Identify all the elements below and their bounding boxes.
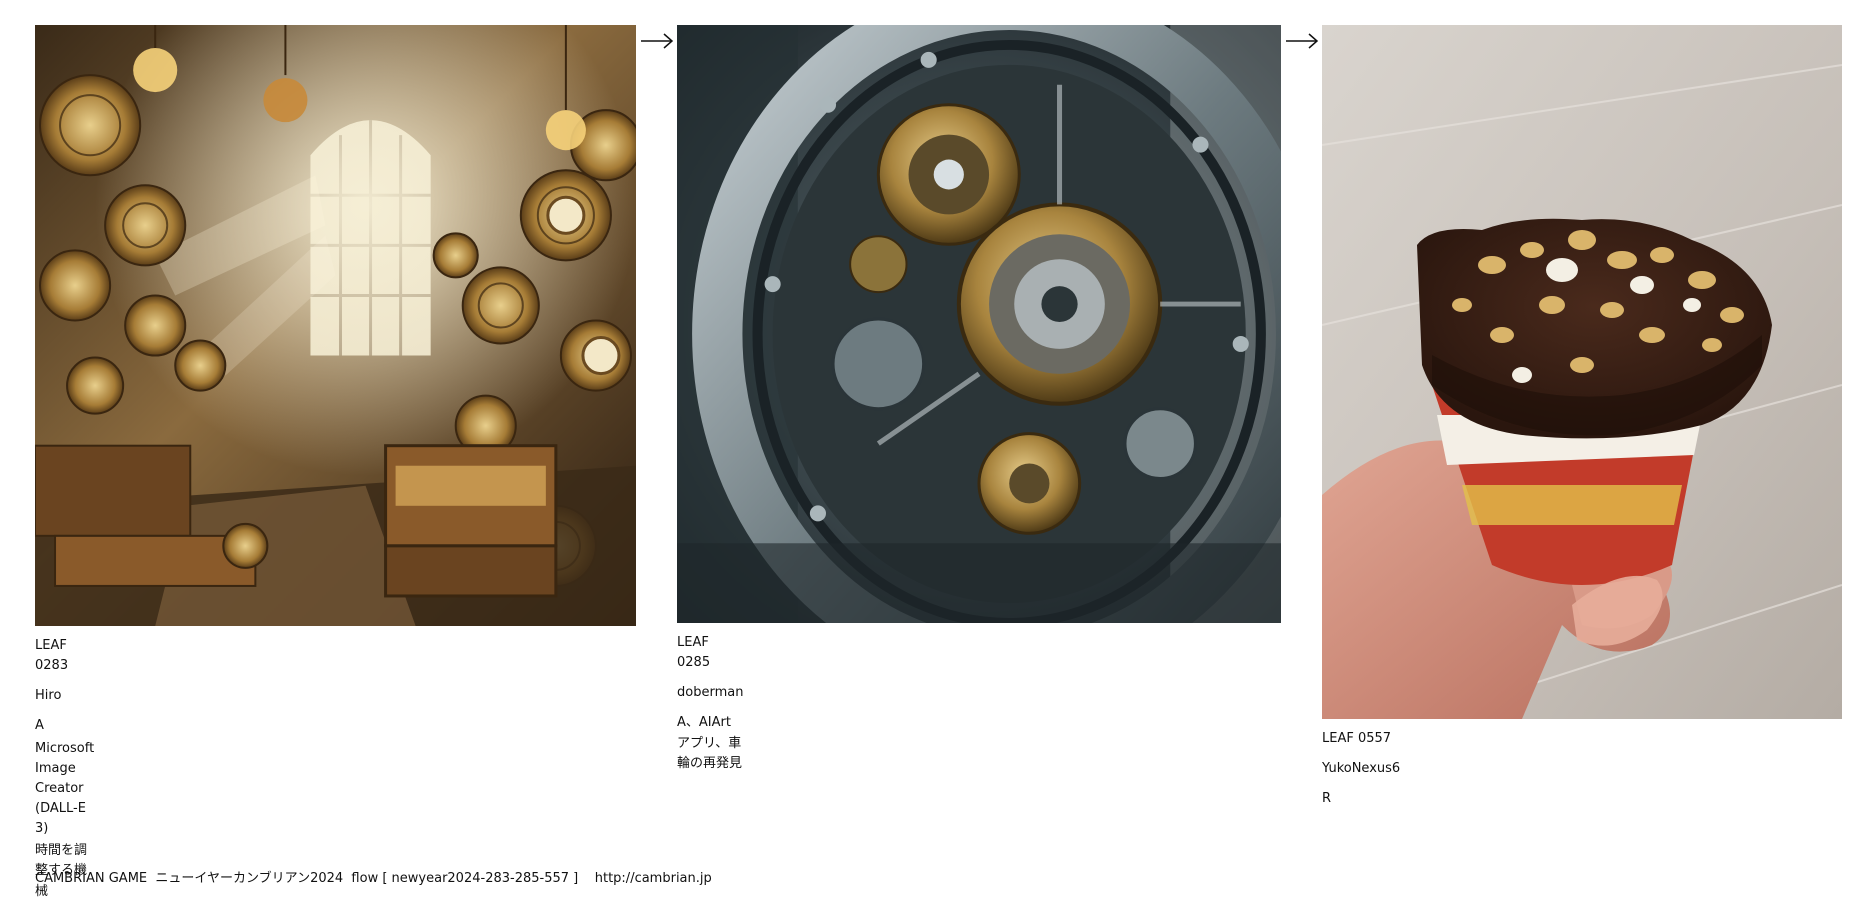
leaf-type: A — [35, 718, 44, 734]
wheel-image-svg — [677, 25, 1281, 623]
flow-arrow-icon — [1285, 32, 1319, 50]
leaf-id: LEAF 0283 — [35, 638, 69, 674]
footer-credit: CAMBRIAN GAME ニューイヤーカンブリアン2024 flow [ ne… — [35, 871, 712, 886]
leaf-id: LEAF 0557 — [1322, 731, 1392, 746]
mechanical-wheel-gears-image[interactable] — [677, 25, 1281, 623]
steampunk-clockwork-room-image[interactable] — [35, 25, 636, 626]
leaf-meta-0557: LEAF 0557 YukoNexus6 R — [1322, 729, 1400, 809]
flow-arrow-icon — [640, 32, 674, 50]
leaf-tool: Microsoft Image Creator (DALL-E 3) — [35, 740, 95, 837]
icecream-image-svg — [1322, 25, 1842, 719]
leaf-id: LEAF 0285 — [677, 635, 711, 671]
steampunk-image-svg — [35, 25, 636, 626]
leaf-author: Hiro — [35, 688, 62, 704]
leaf-author: YukoNexus6 — [1322, 761, 1401, 777]
leaf-meta-0285: LEAF 0285 doberman A、AIArtアプリ、車輪の再発見 — [677, 633, 743, 774]
leaf-author: doberman — [677, 685, 744, 701]
leaf-type: R — [1322, 791, 1332, 807]
chocolate-ice-cream-cone-photo[interactable] — [1322, 25, 1842, 719]
leaf-type: A、AIArtアプリ、車輪の再発見 — [677, 715, 743, 771]
leaf-meta-0283: LEAF 0283 Hiro A Microsoft Image Creator… — [35, 636, 94, 902]
